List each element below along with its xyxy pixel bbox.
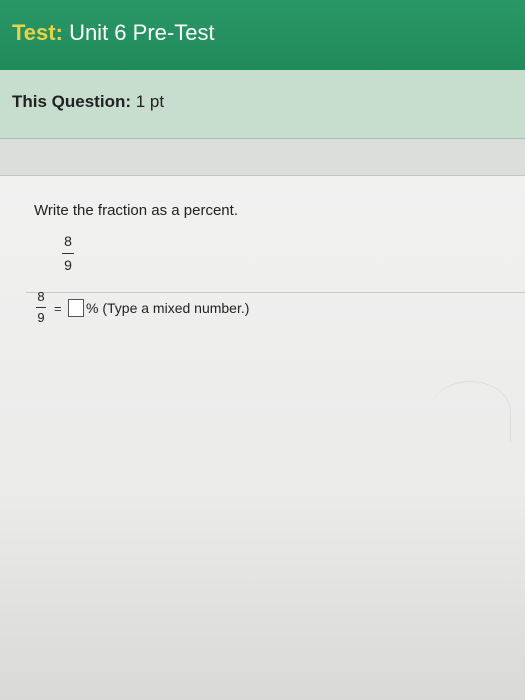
answer-fraction: 8 9	[36, 290, 46, 324]
fraction-bar	[62, 253, 74, 254]
question-points-value: 1 pt	[135, 92, 165, 111]
question-points: This Question: 1 pt	[12, 92, 164, 112]
divider	[26, 292, 525, 293]
test-header: Test: Unit 6 Pre-Test	[0, 0, 525, 70]
test-title: Test: Unit 6 Pre-Test	[12, 20, 215, 46]
answer-fraction-numerator: 8	[37, 289, 45, 304]
test-label: Test:	[12, 20, 63, 45]
question-info-bar: This Question: 1 pt	[0, 70, 525, 139]
given-fraction: 8 9	[62, 234, 74, 272]
question-instruction: Write the fraction as a percent.	[34, 202, 238, 219]
answer-input[interactable]	[68, 299, 84, 317]
screen-glare	[430, 381, 511, 442]
question-content: Write the fraction as a percent. 8 9 8 9…	[0, 176, 525, 700]
answer-fraction-bar	[36, 307, 46, 308]
toolbar-strip	[0, 139, 525, 176]
percent-hint: % (Type a mixed number.)	[86, 300, 250, 316]
answer-fraction-denominator: 9	[37, 310, 45, 325]
equals-sign: =	[54, 301, 62, 316]
fraction-denominator: 9	[64, 257, 72, 273]
fraction-numerator: 8	[64, 233, 72, 249]
test-name: Unit 6 Pre-Test	[69, 20, 215, 45]
question-label: This Question:	[12, 92, 131, 111]
